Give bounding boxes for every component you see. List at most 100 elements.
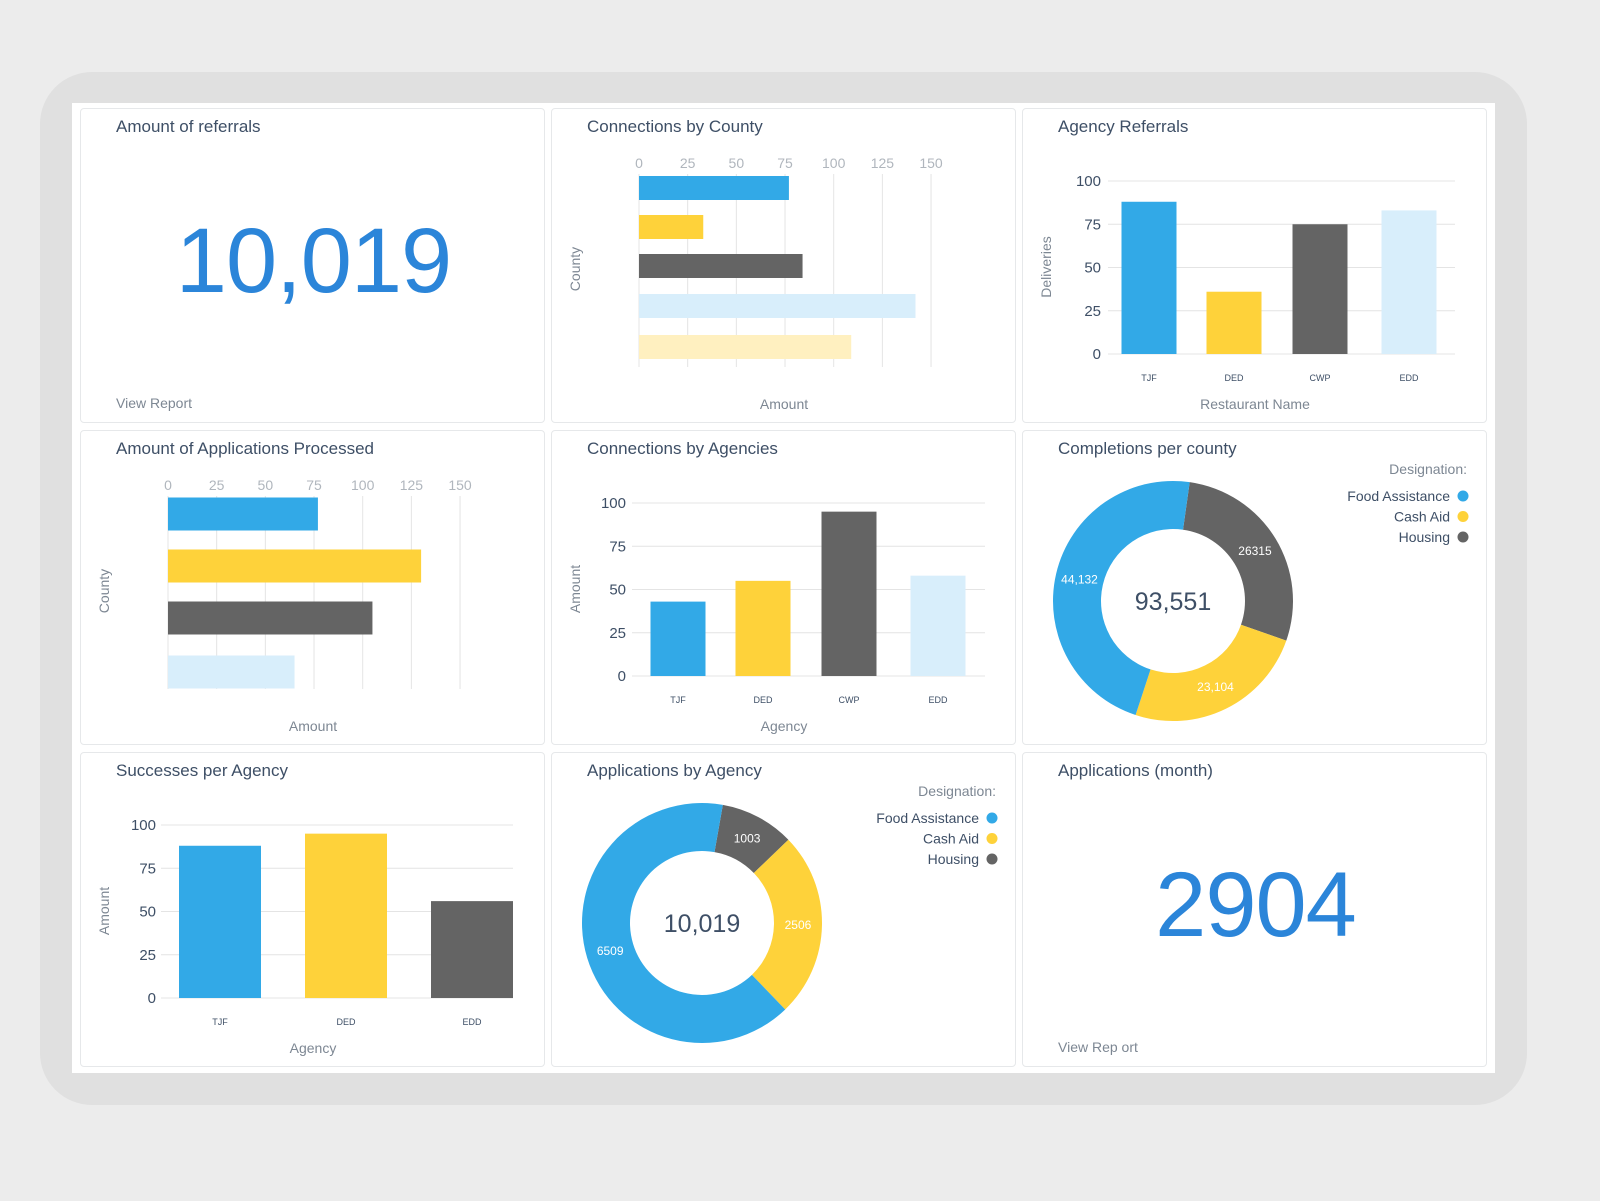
legend-label: Housing — [1399, 529, 1450, 545]
bar — [1381, 210, 1437, 354]
x-axis-label: Restaurant Name — [1200, 396, 1310, 412]
legend-label: Housing — [928, 851, 979, 867]
chart-svg: 1003 2506 6509 10,019 Designation: Food Assis… — [582, 783, 998, 1043]
y-tick-label: 100 — [601, 495, 626, 512]
y-tick-label: 100 — [1076, 173, 1101, 190]
slice-label: 6509 — [597, 944, 624, 958]
chart-svg: 0 25 50 75 100 TJF DED CWP EDD Restaurant Name Del… — [1038, 173, 1455, 412]
slice-label: 2506 — [785, 918, 812, 932]
slice-label: 1003 — [734, 831, 761, 845]
x-tick-label: TJF — [212, 1017, 228, 1027]
card-applications-processed: Amount of Applications Processed 0 25 50 75… — [80, 430, 545, 745]
bar — [305, 833, 387, 998]
bar — [821, 511, 877, 676]
legend-swatch — [986, 812, 998, 824]
y-tick-label: 75 — [139, 860, 156, 877]
x-tick-label: 0 — [635, 155, 643, 171]
y-tick-label: 50 — [1084, 260, 1101, 277]
x-tick-label: 75 — [306, 477, 322, 493]
chart-svg: 26315 23,104 44,132 93,551 Designation: Food … — [1053, 461, 1469, 721]
x-axis-label: Agency — [761, 718, 808, 734]
y-tick-label: 100 — [131, 817, 156, 834]
card-connections-by-county: Connections by County 0 25 50 75 100 125 150 Am… — [551, 108, 1016, 423]
x-tick-label: 150 — [448, 477, 472, 493]
x-tick-label: DED — [336, 1017, 356, 1027]
x-tick-label: 125 — [871, 155, 895, 171]
legend-label: Cash Aid — [1394, 509, 1450, 525]
bar — [639, 294, 916, 318]
slice-label: 23,104 — [1197, 680, 1234, 694]
y-axis-label: Amount — [96, 887, 112, 935]
y-tick-label: 50 — [609, 582, 626, 599]
bar — [650, 601, 706, 676]
bar — [910, 575, 966, 676]
x-tick-label: EDD — [1399, 373, 1419, 383]
bar — [1206, 291, 1262, 354]
x-tick-label: 100 — [822, 155, 846, 171]
card-title: Applications (month) — [1058, 761, 1213, 780]
x-tick-label: EDD — [462, 1017, 482, 1027]
bar — [1121, 201, 1177, 354]
chart-svg: 0 25 50 75 100 125 150 Amount County — [567, 155, 943, 412]
kpi-value: 2904 — [1155, 854, 1357, 956]
card-title: Amount of referrals — [116, 117, 261, 136]
y-tick-label: 0 — [618, 668, 626, 685]
card-amount-of-referrals: Amount of referrals 10,019 View Report — [80, 108, 545, 423]
x-tick-label: TJF — [670, 695, 686, 705]
chart-svg: 0 25 50 75 100 125 150 Amount County — [96, 477, 472, 734]
y-tick-label: 25 — [609, 625, 626, 642]
donut-slice — [1183, 482, 1293, 641]
y-axis-label: Amount — [567, 565, 583, 613]
legend-title: Designation: — [918, 783, 996, 799]
bar — [735, 580, 791, 676]
y-axis-label: County — [96, 569, 112, 613]
card-connections-by-agencies: Connections by Agencies 0 25 50 75 100 TJF DED… — [551, 430, 1016, 745]
card-completions-per-county: Completions per county 26315 23,104 44,132… — [1022, 430, 1487, 745]
x-tick-label: 25 — [209, 477, 225, 493]
y-tick-label: 25 — [139, 947, 156, 964]
card-applications-by-agency: Applications by Agency 1003 2506 6509 10,01… — [551, 752, 1016, 1067]
x-tick-label: CWP — [1310, 373, 1331, 383]
view-report-link[interactable]: View Rep ort — [1058, 1039, 1138, 1055]
legend-label: Food Assistance — [876, 810, 979, 826]
y-tick-label: 75 — [609, 538, 626, 555]
legend-swatch — [1457, 531, 1469, 543]
y-tick-label: 0 — [148, 990, 156, 1007]
bar — [639, 215, 704, 239]
y-axis-label: County — [567, 247, 583, 291]
y-tick-label: 50 — [139, 904, 156, 921]
bar — [431, 901, 513, 998]
chart-svg: 0 25 50 75 100 TJF DED CWP EDD Agency Amount — [567, 495, 985, 734]
x-tick-label: 150 — [919, 155, 943, 171]
y-axis-label: Deliveries — [1038, 236, 1054, 297]
x-tick-label: DED — [753, 695, 773, 705]
bar — [168, 655, 295, 689]
kpi-value: 10,019 — [175, 210, 452, 312]
x-tick-label: EDD — [928, 695, 948, 705]
legend-swatch — [986, 833, 998, 844]
view-report-link[interactable]: View Report — [116, 395, 192, 411]
card-applications-month: Applications (month) 2904 View Rep ort — [1022, 752, 1487, 1067]
card-successes-per-agency: Successes per Agency 0 25 50 75 100 TJF DED EDD… — [80, 752, 545, 1067]
legend-label: Cash Aid — [923, 831, 979, 847]
y-tick-label: 25 — [1084, 303, 1101, 320]
legend-title: Designation: — [1389, 461, 1467, 477]
card-agency-referrals: Agency Referrals 0 25 50 75 100 TJF DED CWP EDD R… — [1022, 108, 1487, 423]
x-axis-label: Amount — [760, 396, 808, 412]
bar — [168, 601, 373, 635]
bar — [179, 845, 261, 998]
x-tick-label: 75 — [777, 155, 793, 171]
slice-label: 44,132 — [1061, 572, 1098, 586]
bar — [168, 549, 422, 583]
slice-label: 26315 — [1238, 544, 1272, 558]
bar — [639, 335, 852, 359]
legend-swatch — [986, 853, 998, 865]
y-tick-label: 75 — [1084, 216, 1101, 233]
x-axis-label: Agency — [290, 1040, 337, 1056]
bar — [639, 176, 789, 200]
x-tick-label: 50 — [729, 155, 745, 171]
donut-center-total: 93,551 — [1135, 588, 1211, 616]
x-tick-label: 0 — [164, 477, 172, 493]
chart-svg: 0 25 50 75 100 TJF DED EDD Agency Amount — [96, 817, 513, 1056]
legend-label: Food Assistance — [1347, 488, 1450, 504]
